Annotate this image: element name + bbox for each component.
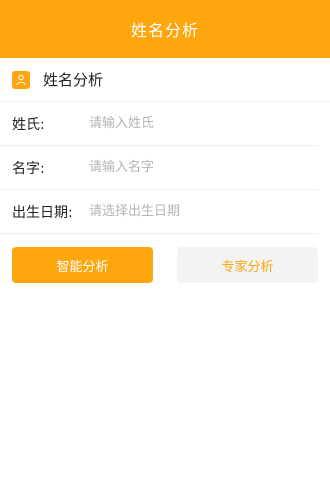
name-label: 名字: [12,160,45,177]
page-title: 姓名分析 [130,21,199,40]
expert-analysis-button[interactable]: 专家分析 [177,247,318,283]
name-input[interactable] [89,155,318,180]
name-row: 名字: [0,146,318,190]
surname-row: 姓氏: [0,102,318,146]
birthdate-label: 出生日期: [12,204,73,221]
surname-label: 姓氏: [12,116,45,133]
section-title: 姓名分析 [43,71,104,89]
action-buttons: 智能分析 专家分析 [0,247,330,283]
surname-input[interactable] [89,111,318,136]
top-bar: 姓名分析 [0,0,330,58]
birthdate-picker[interactable] [89,199,318,224]
smart-analysis-button[interactable]: 智能分析 [12,247,153,283]
birthdate-row: 出生日期: [0,190,318,234]
user-icon [12,70,30,89]
section-header: 姓名分析 [0,58,330,102]
app-screen: 姓名分析 姓名分析 姓氏: 名字: 出生日期: 智能分析 专家分析 [0,0,330,500]
